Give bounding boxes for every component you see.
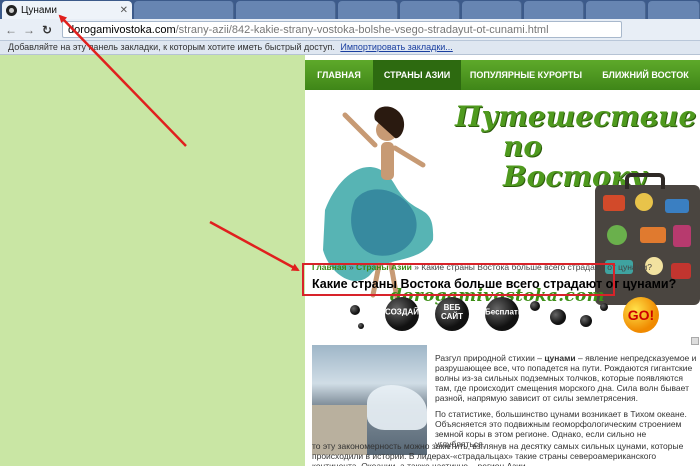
url-path: /strany-azii/842-kakie-strany-vostoka-bo… [175, 23, 549, 36]
ad-banner[interactable]: СОЗДАЙ ВЕБ САЙТ Бесплатно [350, 295, 650, 345]
browser-tab-strip: Цунами ✕ [0, 0, 700, 19]
import-bookmarks-link[interactable]: Импортировать закладки... [340, 42, 452, 52]
back-arrow-icon[interactable]: ← [4, 23, 18, 37]
tab-inactive[interactable] [524, 1, 584, 19]
nav-item-resorts[interactable]: ПОПУЛЯРНЫЕ КУРОРТЫ [461, 60, 591, 90]
nav-item-home[interactable]: ГЛАВНАЯ [305, 60, 373, 90]
browser-toolbar: ← → ↻ dorogamivostoka.com/strany-azii/84… [0, 19, 700, 41]
forward-arrow-icon[interactable]: → [22, 23, 36, 37]
tab-title: Цунами [21, 4, 57, 16]
article-paragraph-3: то эту закономерность можно заметить, вз… [312, 441, 684, 466]
ad-go-button[interactable]: GO! [623, 297, 659, 333]
ad-label-free: Бесплатно [485, 307, 528, 317]
article-paragraph-1: Разгул природной стихии – цунами – явлен… [435, 353, 697, 403]
ad-ball-small [358, 323, 364, 329]
nav-item-asia[interactable]: СТРАНЫ АЗИИ [373, 60, 461, 90]
tab-inactive[interactable] [400, 1, 460, 19]
tab-inactive[interactable] [134, 1, 234, 19]
ad-info-icon[interactable] [691, 337, 699, 345]
ad-ball-small [580, 315, 592, 327]
tab-inactive[interactable] [338, 1, 398, 19]
title-highlight-box [302, 263, 615, 296]
ad-ball-small [530, 301, 540, 311]
site-favicon-icon [6, 4, 17, 16]
ad-ball-website: ВЕБ САЙТ [435, 297, 469, 331]
tab-close-icon[interactable]: ✕ [120, 5, 128, 16]
suitcase-handle [625, 173, 665, 189]
tab-inactive[interactable] [648, 1, 700, 19]
ad-ball-create: СОЗДАЙ [385, 297, 419, 331]
ad-label-create: СОЗДАЙ [385, 307, 420, 317]
ad-ball-free: Бесплатно [485, 297, 528, 331]
site-content: ГЛАВНАЯ СТРАНЫ АЗИИ ПОПУЛЯРНЫЕ КУРОРТЫ Б… [305, 55, 700, 466]
ad-ball-small [550, 309, 566, 325]
url-host: dorogamivostoka.com [68, 23, 176, 36]
slogan-line1: Путешествие [455, 100, 697, 133]
ad-ball-small [350, 305, 360, 315]
tab-active[interactable]: Цунами ✕ [2, 1, 132, 19]
nav-item-middle-east[interactable]: БЛИЖНИЙ ВОСТОК [591, 60, 700, 90]
bookmarks-bar: Добавляйте на эту панель закладки, к кот… [0, 41, 700, 55]
bookmarks-prompt: Добавляйте на эту панель закладки, к кот… [8, 42, 335, 52]
tsunami-photo [312, 345, 427, 455]
page-background [0, 55, 305, 466]
tab-inactive[interactable] [586, 1, 646, 19]
address-bar[interactable]: dorogamivostoka.com/strany-azii/842-kaki… [62, 21, 622, 38]
main-navigation: ГЛАВНАЯ СТРАНЫ АЗИИ ПОПУЛЯРНЫЕ КУРОРТЫ Б… [305, 60, 700, 90]
tab-inactive[interactable] [462, 1, 522, 19]
wave-shape [367, 385, 427, 430]
ad-ball-small [600, 303, 608, 311]
reload-icon[interactable]: ↻ [40, 23, 54, 37]
tab-inactive[interactable] [236, 1, 336, 19]
ad-label-website: ВЕБ САЙТ [441, 303, 463, 322]
